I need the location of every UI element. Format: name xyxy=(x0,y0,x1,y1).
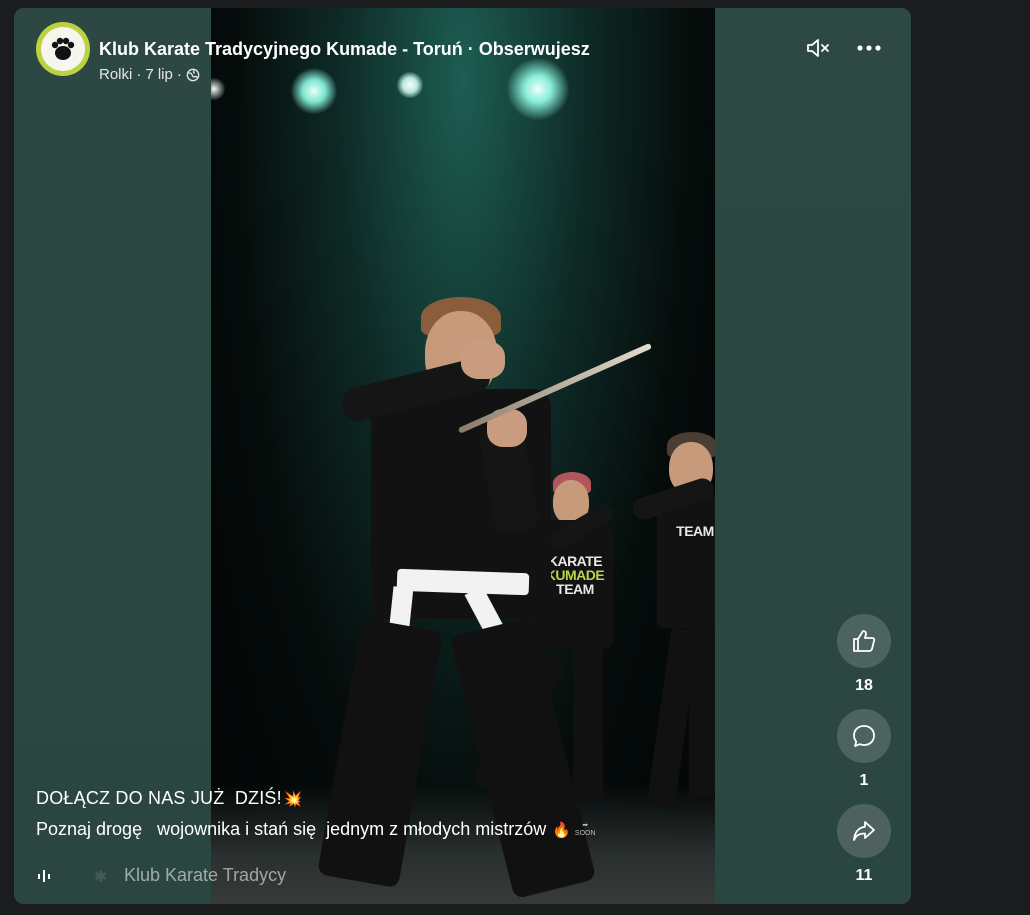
soon-label: SOON xyxy=(574,829,596,837)
more-options-button[interactable] xyxy=(855,34,883,62)
reel-card: TEAM KARATE KUMADE TEAM Klub Karate Trad… xyxy=(14,8,911,904)
page-avatar[interactable] xyxy=(36,22,90,76)
soon-badge: ➡ SOON xyxy=(574,821,596,837)
speaker-muted-icon xyxy=(807,39,829,57)
audio-wave-icon xyxy=(36,867,54,885)
background-performer-right: TEAM xyxy=(611,428,715,828)
paw-icon xyxy=(51,37,75,60)
share-button[interactable] xyxy=(837,804,891,858)
reel-action-rail: 18 1 11 xyxy=(836,614,892,899)
section-link[interactable]: Rolki xyxy=(99,66,132,83)
caption-line-2-text: Poznaj drogę wojownika i stań się jednym… xyxy=(36,819,547,839)
meta-dot: · xyxy=(176,66,182,83)
post-title: Klub Karate Tradycyjnego Kumade - Toruń … xyxy=(99,39,590,60)
like-button[interactable] xyxy=(837,614,891,668)
caption-line-1: DOŁĄCZ DO NAS JUŻ DZIŚ! 💥 xyxy=(36,788,816,809)
stage-light xyxy=(211,78,225,100)
post-meta: Rolki · 7 lip · xyxy=(99,66,200,83)
fire-emoji: 🔥 xyxy=(552,821,571,839)
mute-button[interactable] xyxy=(805,34,833,62)
comment-button[interactable] xyxy=(837,709,891,763)
stage-light xyxy=(507,58,569,120)
follow-status-link[interactable]: Obserwujesz xyxy=(479,39,590,59)
top-actions xyxy=(805,34,883,62)
reel-caption[interactable]: DOŁĄCZ DO NAS JUŻ DZIŚ! 💥 Poznaj drogę w… xyxy=(36,788,816,840)
like-count: 18 xyxy=(855,677,873,694)
reel-video[interactable]: TEAM KARATE KUMADE TEAM xyxy=(211,8,715,904)
stage-light xyxy=(397,72,423,98)
shirt-print: TEAM xyxy=(676,523,714,539)
paw-logo xyxy=(41,27,85,71)
audio-track-row[interactable]: ✱ Klub Karate Tradycy xyxy=(36,865,286,886)
caption-line-2: Poznaj drogę wojownika i stań się jednym… xyxy=(36,819,816,840)
globe-icon xyxy=(186,68,200,81)
title-separator: · xyxy=(462,39,479,59)
stage-light xyxy=(291,68,337,114)
audio-track-name: Klub Karate Tradycy xyxy=(124,865,287,885)
caption-line-1-text: DOŁĄCZ DO NAS JUŻ DZIŚ! xyxy=(36,788,282,808)
more-horizontal-icon xyxy=(857,45,881,51)
share-count: 11 xyxy=(855,867,873,884)
explosion-emoji: 💥 xyxy=(283,790,303,808)
page-name-link[interactable]: Klub Karate Tradycyjnego Kumade - Toruń xyxy=(99,39,463,59)
comment-bubble-icon xyxy=(853,725,875,747)
blurred-left-panel xyxy=(14,8,211,904)
thumbs-up-icon xyxy=(853,630,876,652)
comment-count: 1 xyxy=(859,772,869,789)
page: TEAM KARATE KUMADE TEAM Klub Karate Trad… xyxy=(0,0,1030,915)
share-arrow-icon xyxy=(853,821,875,841)
faded-sparkle-icon: ✱ xyxy=(94,869,108,886)
post-date-link[interactable]: 7 lip xyxy=(145,66,173,83)
meta-dot: · xyxy=(136,66,142,83)
